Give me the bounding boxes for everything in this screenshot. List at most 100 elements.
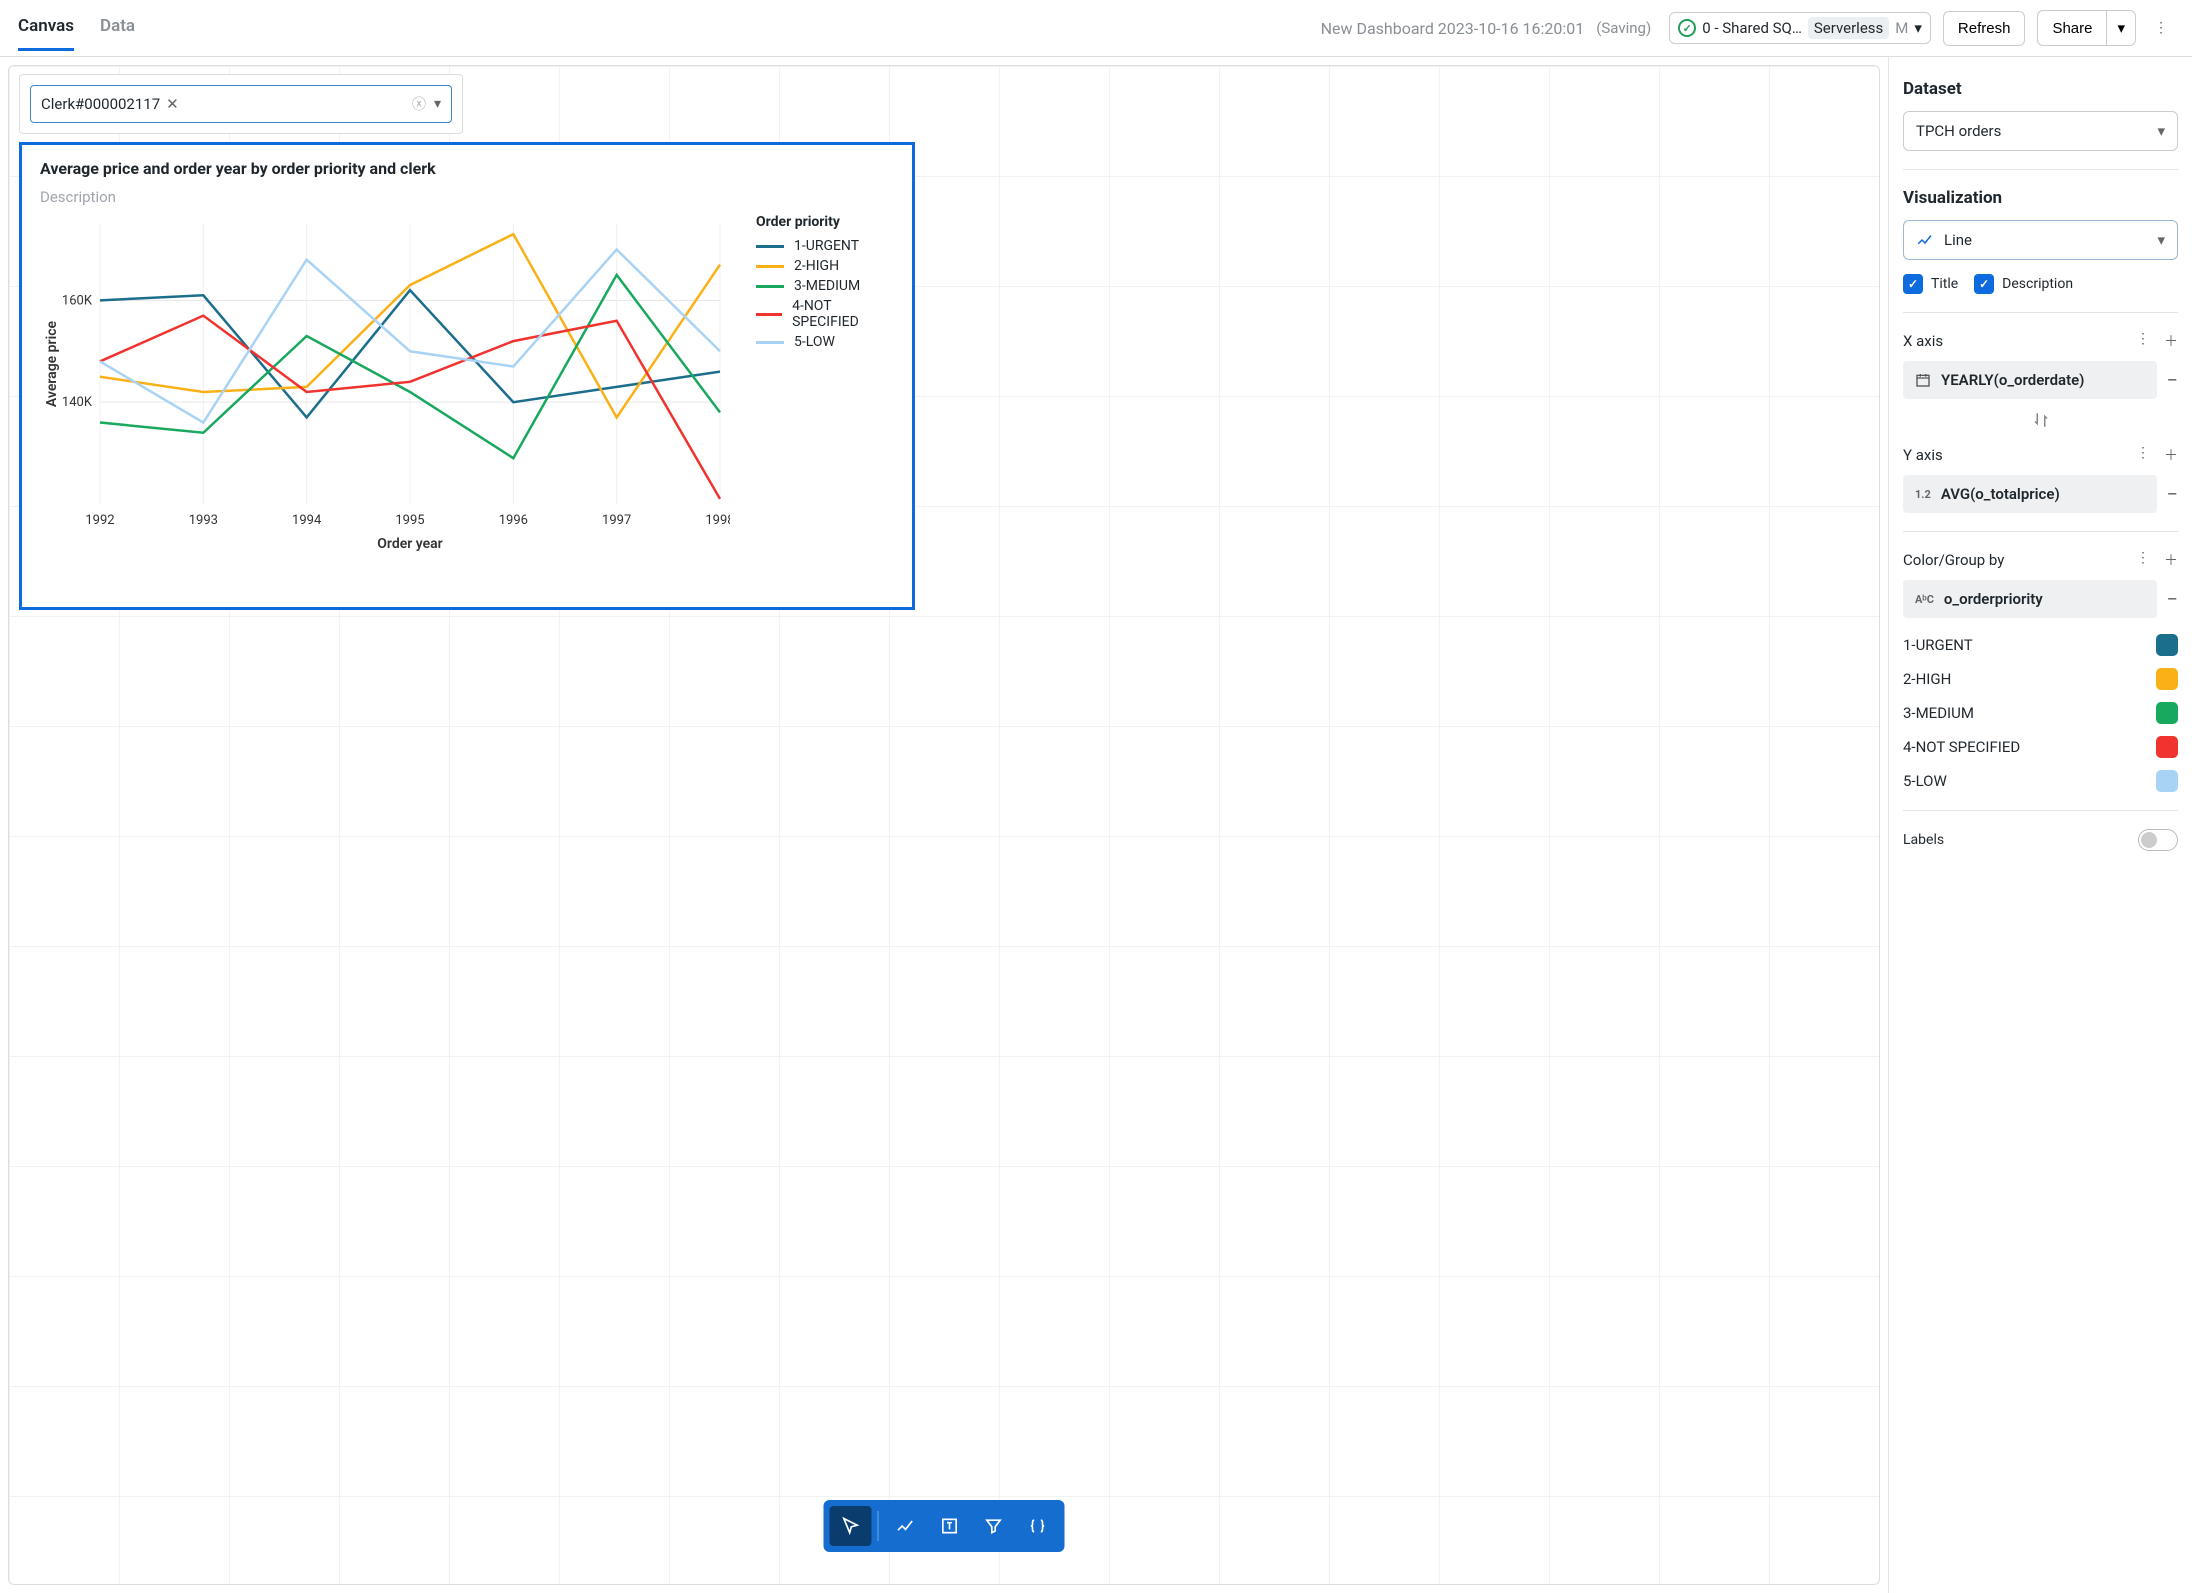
- status-ok-icon: ✓: [1678, 19, 1696, 37]
- line-chart-icon: [1916, 231, 1934, 249]
- legend-swatch: [756, 245, 784, 248]
- color-group-label: 3-MEDIUM: [1903, 704, 1974, 722]
- svg-text:1994: 1994: [292, 513, 322, 528]
- y-axis-add-icon[interactable]: ＋: [2164, 445, 2178, 465]
- viz-section-title: Visualization: [1903, 188, 2178, 208]
- chart-title[interactable]: Average price and order year by order pr…: [40, 159, 894, 178]
- svg-text:1992: 1992: [85, 513, 114, 528]
- tool-chart[interactable]: [885, 1506, 927, 1546]
- chart-description[interactable]: Description: [40, 188, 894, 206]
- legend-item-label: 4-NOT SPECIFIED: [792, 298, 894, 330]
- legend-item[interactable]: 2-HIGH: [756, 258, 894, 274]
- tab-canvas[interactable]: Canvas: [18, 16, 74, 51]
- app-header: Canvas Data New Dashboard 2023-10-16 16:…: [0, 0, 2192, 57]
- legend-item[interactable]: 3-MEDIUM: [756, 278, 894, 294]
- color-swatch[interactable]: [2156, 770, 2178, 792]
- tool-filter[interactable]: [973, 1506, 1015, 1546]
- chip-remove-icon[interactable]: ✕: [166, 95, 179, 113]
- numeric-type-icon: 1.2: [1915, 488, 1931, 501]
- color-swatch[interactable]: [2156, 668, 2178, 690]
- labels-label: Labels: [1903, 832, 1944, 848]
- share-button[interactable]: Share: [2037, 10, 2107, 46]
- group-by-field[interactable]: AᵇC o_orderpriority: [1903, 580, 2157, 618]
- legend-item[interactable]: 1-URGENT: [756, 238, 894, 254]
- tool-parameter[interactable]: [1017, 1506, 1059, 1546]
- legend-swatch: [756, 341, 784, 344]
- warehouse-mode: Serverless: [1808, 17, 1889, 39]
- swap-axes-icon[interactable]: [2032, 411, 2050, 433]
- y-axis-field[interactable]: 1.2 AVG(o_totalprice): [1903, 475, 2157, 513]
- svg-text:Order year: Order year: [377, 536, 442, 552]
- color-group-label: 2-HIGH: [1903, 670, 1951, 688]
- dataset-select[interactable]: TPCH orders ▾: [1903, 111, 2178, 151]
- x-axis-field[interactable]: YEARLY(o_orderdate): [1903, 361, 2157, 399]
- legend-item-label: 5-LOW: [794, 334, 835, 350]
- color-group-item[interactable]: 4-NOT SPECIFIED: [1903, 736, 2178, 758]
- filter-input[interactable]: Clerk#000002117 ✕ ⓧ ▾: [30, 85, 452, 123]
- legend-item-label: 2-HIGH: [794, 258, 839, 274]
- description-checkbox[interactable]: ✓: [1974, 274, 1994, 294]
- legend-swatch: [756, 265, 784, 268]
- labels-toggle[interactable]: [2138, 829, 2178, 851]
- title-checkbox[interactable]: ✓: [1903, 274, 1923, 294]
- share-group: Share ▾: [2037, 10, 2136, 46]
- chevron-down-icon: ▾: [2157, 122, 2165, 140]
- refresh-button[interactable]: Refresh: [1943, 11, 2026, 46]
- color-swatch[interactable]: [2156, 736, 2178, 758]
- legend-title: Order priority: [756, 214, 894, 230]
- chevron-down-icon: ▾: [1914, 19, 1922, 37]
- dataset-select-value: TPCH orders: [1916, 122, 2001, 140]
- config-panel: Dataset TPCH orders ▾ Visualization Line…: [1888, 57, 2192, 1593]
- dashboard-title[interactable]: New Dashboard 2023-10-16 16:20:01: [1321, 19, 1585, 38]
- x-axis-label: X axis: [1903, 332, 1943, 350]
- y-axis-remove-icon[interactable]: −: [2167, 482, 2178, 506]
- canvas-toolbar: [824, 1500, 1065, 1552]
- color-swatch[interactable]: [2156, 702, 2178, 724]
- chart-plot-area: 140K160K1992199319941995199619971998Orde…: [40, 214, 730, 558]
- tab-data[interactable]: Data: [100, 16, 135, 51]
- legend-item-label: 1-URGENT: [794, 238, 859, 254]
- chevron-down-icon[interactable]: ▾: [434, 96, 441, 112]
- x-axis-add-icon[interactable]: ＋: [2164, 331, 2178, 351]
- chart-widget[interactable]: Average price and order year by order pr…: [19, 142, 915, 610]
- color-group-item[interactable]: 3-MEDIUM: [1903, 702, 2178, 724]
- warehouse-name: 0 - Shared SQ…: [1702, 19, 1802, 37]
- share-menu-button[interactable]: ▾: [2107, 10, 2136, 46]
- group-by-remove-icon[interactable]: −: [2167, 587, 2178, 611]
- clear-filter-icon[interactable]: ⓧ: [412, 94, 426, 114]
- viz-type-value: Line: [1944, 231, 1972, 249]
- color-swatch[interactable]: [2156, 634, 2178, 656]
- color-group-label: 1-URGENT: [1903, 636, 1973, 654]
- tool-select[interactable]: [830, 1506, 872, 1546]
- dataset-section-title: Dataset: [1903, 79, 2178, 99]
- svg-text:1998: 1998: [705, 513, 730, 528]
- filter-chip-label: Clerk#000002117: [41, 95, 160, 113]
- overflow-menu-icon[interactable]: ⋮: [2148, 12, 2174, 44]
- svg-text:1995: 1995: [395, 513, 424, 528]
- svg-text:140K: 140K: [62, 395, 93, 410]
- legend-item[interactable]: 4-NOT SPECIFIED: [756, 298, 894, 330]
- canvas-area[interactable]: Clerk#000002117 ✕ ⓧ ▾ Average price and …: [8, 65, 1880, 1585]
- y-axis-field-text: AVG(o_totalprice): [1941, 485, 2060, 503]
- warehouse-size: M: [1895, 19, 1908, 37]
- string-type-icon: AᵇC: [1915, 593, 1934, 606]
- group-by-menu-icon[interactable]: ⋮: [2136, 550, 2150, 570]
- viz-type-select[interactable]: Line ▾: [1903, 220, 2178, 260]
- color-group-label: 4-NOT SPECIFIED: [1903, 738, 2020, 756]
- group-by-add-icon[interactable]: ＋: [2164, 550, 2178, 570]
- color-group-item[interactable]: 2-HIGH: [1903, 668, 2178, 690]
- group-by-label: Color/Group by: [1903, 551, 2004, 569]
- filter-widget[interactable]: Clerk#000002117 ✕ ⓧ ▾: [19, 74, 463, 134]
- x-axis-menu-icon[interactable]: ⋮: [2136, 331, 2150, 351]
- color-group-label: 5-LOW: [1903, 772, 1947, 790]
- color-group-item[interactable]: 1-URGENT: [1903, 634, 2178, 656]
- color-group-item[interactable]: 5-LOW: [1903, 770, 2178, 792]
- x-axis-remove-icon[interactable]: −: [2167, 368, 2178, 392]
- svg-text:Average price: Average price: [44, 320, 60, 407]
- tool-text[interactable]: [929, 1506, 971, 1546]
- y-axis-menu-icon[interactable]: ⋮: [2136, 445, 2150, 465]
- filter-chip[interactable]: Clerk#000002117 ✕: [41, 95, 179, 113]
- legend-swatch: [756, 313, 782, 316]
- legend-item[interactable]: 5-LOW: [756, 334, 894, 350]
- warehouse-selector[interactable]: ✓ 0 - Shared SQ… Serverless M ▾: [1669, 12, 1931, 44]
